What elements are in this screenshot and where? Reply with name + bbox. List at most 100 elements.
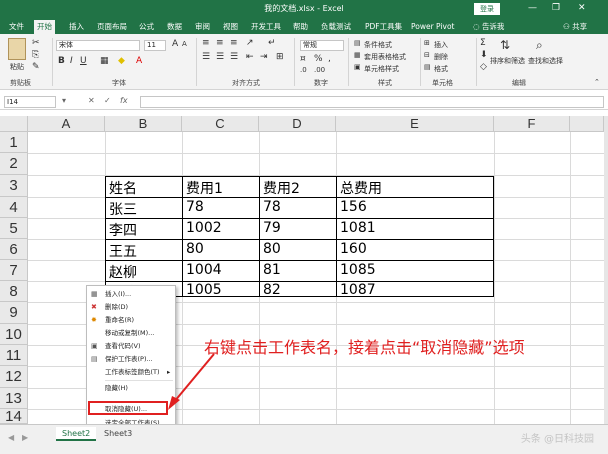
- comma-icon[interactable]: ,: [328, 54, 331, 64]
- table-cell[interactable]: 80: [260, 241, 335, 257]
- bold-icon[interactable]: B: [58, 56, 65, 66]
- align-top-icon[interactable]: ≡: [202, 38, 210, 48]
- tab-review[interactable]: 审阅: [192, 20, 213, 34]
- column-header-g[interactable]: [570, 116, 604, 132]
- tab-developer[interactable]: 开发工具: [248, 20, 284, 34]
- vertical-scrollbar[interactable]: [604, 116, 608, 424]
- merge-center-icon[interactable]: ⊞: [276, 52, 284, 62]
- table-cell[interactable]: 李四: [106, 220, 181, 240]
- row-header[interactable]: 4: [0, 197, 28, 218]
- row-header[interactable]: 2: [0, 153, 28, 175]
- fill-color-icon[interactable]: ◆: [118, 56, 125, 66]
- name-box-dropdown-icon[interactable]: ▾: [62, 96, 66, 105]
- italic-icon[interactable]: I: [70, 56, 73, 66]
- clear-icon[interactable]: ◇: [480, 62, 487, 72]
- table-cell[interactable]: 1002: [183, 220, 258, 236]
- paste-icon[interactable]: [8, 38, 26, 60]
- currency-icon[interactable]: ¤: [300, 54, 306, 64]
- table-cell[interactable]: 1004: [183, 262, 258, 278]
- find-select-button[interactable]: 查找和选择: [528, 56, 563, 66]
- conditional-format-button[interactable]: 条件格式: [364, 40, 392, 50]
- find-icon[interactable]: ⌕: [536, 38, 543, 53]
- increase-font-icon[interactable]: A: [172, 39, 178, 49]
- increase-decimal-icon[interactable]: .0: [300, 66, 307, 74]
- tab-load-test[interactable]: 负载测试: [318, 20, 354, 34]
- tab-insert[interactable]: 插入: [66, 20, 87, 34]
- menu-item-delete[interactable]: ✖ 删除(D): [87, 301, 175, 314]
- select-all-corner[interactable]: [0, 116, 28, 132]
- collapse-ribbon-icon[interactable]: ⌃: [594, 78, 600, 86]
- tab-page-layout[interactable]: 页面布局: [94, 20, 130, 34]
- column-header-f[interactable]: F: [494, 116, 570, 132]
- format-painter-icon[interactable]: ✎: [32, 62, 40, 72]
- formula-input[interactable]: [140, 96, 604, 108]
- menu-item-move-copy[interactable]: 移动或复制(M)...: [87, 327, 175, 340]
- sort-filter-icon[interactable]: ⇅: [500, 38, 510, 52]
- align-left-icon[interactable]: ☰: [202, 52, 210, 62]
- border-icon[interactable]: ▦: [100, 56, 109, 66]
- table-cell[interactable]: 张三: [106, 199, 181, 219]
- autosum-icon[interactable]: Σ: [480, 38, 486, 48]
- delete-cells-button[interactable]: 删除: [434, 52, 448, 62]
- orientation-icon[interactable]: ↗: [246, 38, 254, 48]
- row-header[interactable]: 9: [0, 302, 28, 324]
- column-header-e[interactable]: E: [336, 116, 494, 132]
- increase-indent-icon[interactable]: ⇥: [260, 52, 268, 62]
- table-cell[interactable]: 81: [260, 262, 335, 278]
- row-header[interactable]: 14: [0, 409, 28, 424]
- prev-sheet-icon[interactable]: ◀: [8, 433, 14, 442]
- sheet-tab-sheet3[interactable]: Sheet3: [98, 427, 138, 441]
- table-cell[interactable]: 1087: [337, 282, 493, 298]
- table-cell[interactable]: 79: [260, 220, 335, 236]
- row-header[interactable]: 8: [0, 281, 28, 302]
- next-sheet-icon[interactable]: ▶: [22, 433, 28, 442]
- paste-button[interactable]: 粘贴: [10, 62, 24, 72]
- wrap-text-icon[interactable]: ↵: [268, 38, 276, 48]
- row-header[interactable]: 3: [0, 175, 28, 197]
- font-color-icon[interactable]: A: [136, 56, 142, 66]
- cut-icon[interactable]: ✂: [32, 38, 40, 48]
- align-center-icon[interactable]: ☰: [216, 52, 224, 62]
- table-header-cell[interactable]: 姓名: [106, 178, 181, 198]
- tell-me-search[interactable]: ◌ 告诉我: [470, 20, 507, 34]
- table-cell[interactable]: 1085: [337, 262, 493, 278]
- name-box[interactable]: I14: [4, 96, 56, 108]
- share-button[interactable]: ⚇ 共享: [560, 20, 590, 34]
- percent-icon[interactable]: %: [314, 54, 323, 64]
- table-cell[interactable]: 160: [337, 241, 493, 257]
- font-name-select[interactable]: 宋体: [56, 40, 140, 51]
- align-bottom-icon[interactable]: ≡: [230, 38, 238, 48]
- enter-icon[interactable]: ✓: [104, 96, 111, 105]
- format-cells-button[interactable]: 格式: [434, 64, 448, 74]
- font-size-select[interactable]: 11: [144, 40, 166, 51]
- tab-view[interactable]: 视图: [220, 20, 241, 34]
- row-header[interactable]: 7: [0, 260, 28, 281]
- underline-icon[interactable]: U: [80, 56, 87, 66]
- row-header[interactable]: 1: [0, 132, 28, 153]
- row-header[interactable]: 12: [0, 366, 28, 388]
- row-header[interactable]: 5: [0, 218, 28, 239]
- table-header-cell[interactable]: 费用1: [183, 178, 258, 198]
- number-format-select[interactable]: 常规: [300, 40, 344, 51]
- column-header-c[interactable]: C: [182, 116, 259, 132]
- tab-file[interactable]: 文件: [6, 20, 27, 34]
- tab-power-pivot[interactable]: Power Pivot: [408, 20, 457, 34]
- copy-icon[interactable]: ⎘: [32, 50, 39, 60]
- column-header-a[interactable]: A: [28, 116, 105, 132]
- tab-help[interactable]: 帮助: [290, 20, 311, 34]
- login-button[interactable]: 登录: [474, 3, 500, 15]
- tab-pdf-tools[interactable]: PDF工具集: [362, 20, 405, 34]
- decrease-decimal-icon[interactable]: .00: [314, 66, 325, 74]
- decrease-indent-icon[interactable]: ⇤: [246, 52, 254, 62]
- table-cell[interactable]: 78: [260, 199, 335, 215]
- table-cell[interactable]: 1005: [183, 282, 258, 298]
- table-cell[interactable]: 82: [260, 282, 335, 298]
- minimize-icon[interactable]: —: [528, 3, 537, 13]
- row-header[interactable]: 13: [0, 388, 28, 409]
- menu-item-rename[interactable]: ✸ 重命名(R): [87, 314, 175, 327]
- cancel-icon[interactable]: ✕: [88, 96, 95, 105]
- tab-home[interactable]: 开始: [34, 20, 55, 34]
- table-cell[interactable]: 王五: [106, 241, 181, 261]
- column-header-b[interactable]: B: [105, 116, 182, 132]
- decrease-font-icon[interactable]: A: [182, 40, 187, 48]
